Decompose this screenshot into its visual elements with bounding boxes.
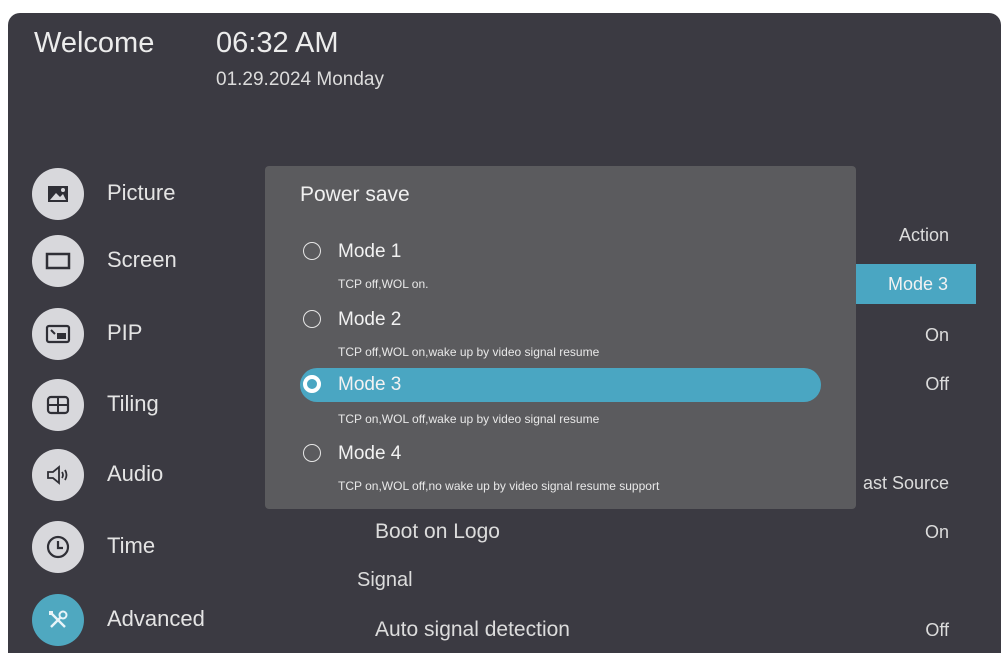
power-save-dialog: Power save Mode 1 TCP off,WOL on. Mode 2… — [265, 166, 856, 509]
setting-value: On — [924, 325, 949, 345]
option-label: Mode 4 — [338, 443, 402, 464]
setting-value: Off — [925, 374, 949, 394]
tools-icon — [32, 594, 84, 646]
tiling-icon — [32, 379, 84, 431]
option-mode-2[interactable]: Mode 2 — [300, 303, 821, 337]
clock-date: 01.29.2024 Monday — [216, 69, 384, 90]
option-mode-3[interactable]: Mode 3 — [300, 368, 821, 402]
radio-icon[interactable] — [303, 444, 321, 462]
speaker-icon — [32, 449, 84, 501]
boot-on-logo-label[interactable]: Boot on Logo — [375, 520, 500, 544]
option-label: Mode 2 — [338, 309, 402, 330]
sidebar-item-label: Advanced — [107, 606, 205, 631]
setting-value: On — [924, 522, 949, 542]
sidebar-item-advanced[interactable]: Advanced — [32, 594, 262, 646]
sidebar-item-picture[interactable]: Picture — [32, 168, 262, 220]
sidebar-item-time[interactable]: Time — [32, 521, 262, 573]
radio-icon[interactable] — [303, 310, 321, 328]
radio-selected-icon[interactable] — [303, 375, 321, 393]
option-mode-1[interactable]: Mode 1 — [300, 235, 821, 269]
clock-icon — [32, 521, 84, 573]
option-label: Mode 3 — [338, 374, 402, 395]
sidebar-item-label: Picture — [107, 180, 176, 205]
sidebar-item-pip[interactable]: PIP — [32, 308, 262, 360]
sidebar-item-audio[interactable]: Audio — [32, 449, 262, 501]
auto-signal-detection-label[interactable]: Auto signal detection — [375, 618, 570, 642]
option-description: TCP off,WOL on,wake up by video signal r… — [338, 345, 600, 359]
option-description: TCP off,WOL on. — [338, 277, 429, 291]
pip-icon — [32, 308, 84, 360]
option-description: TCP on,WOL off,wake up by video signal r… — [338, 412, 600, 426]
setting-value-highlight[interactable]: Mode 3 — [856, 264, 976, 304]
sidebar-item-label: Time — [107, 533, 156, 558]
setting-value: Action — [898, 225, 949, 245]
dialog-title: Power save — [300, 183, 410, 206]
sidebar-item-label: Screen — [107, 247, 177, 272]
sidebar-item-tiling[interactable]: Tiling — [32, 379, 262, 431]
radio-icon[interactable] — [303, 242, 321, 260]
sidebar-item-screen[interactable]: Screen — [32, 235, 262, 287]
screen-icon — [32, 235, 84, 287]
option-mode-4[interactable]: Mode 4 — [300, 437, 821, 471]
sidebar-item-label: Audio — [107, 461, 164, 486]
option-description: TCP on,WOL off,no wake up by video signa… — [338, 479, 660, 493]
clock-time: 06:32 AM — [216, 27, 339, 59]
setting-value: Mode 3 — [887, 274, 948, 294]
setting-value: Off — [925, 620, 949, 640]
setting-value: ast Source — [862, 473, 949, 493]
sidebar-item-label: Tiling — [107, 391, 159, 416]
signal-section-header: Signal — [357, 569, 413, 591]
option-label: Mode 1 — [338, 241, 402, 262]
sidebar-item-label: PIP — [107, 320, 143, 345]
welcome-text: Welcome — [34, 27, 155, 59]
picture-icon — [32, 168, 84, 220]
tv-settings-screen: Welcome 06:32 AM 01.29.2024 Monday Pictu… — [8, 13, 1001, 653]
